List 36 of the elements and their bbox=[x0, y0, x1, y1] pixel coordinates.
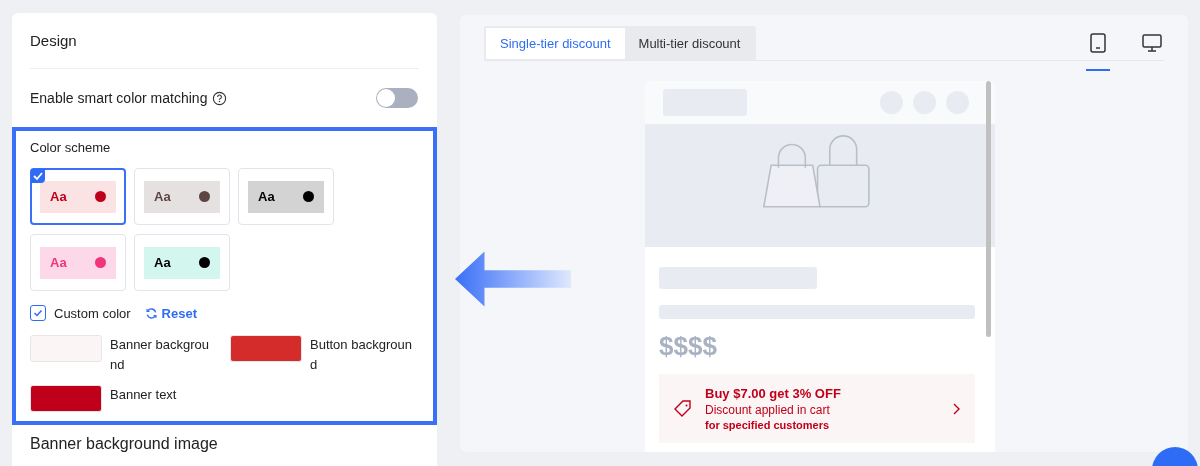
swatch-label: Button background bbox=[310, 336, 413, 374]
setting-label: Enable smart color matching bbox=[30, 90, 208, 106]
color-scheme-option[interactable]: Aa bbox=[134, 234, 230, 291]
tag-icon bbox=[673, 398, 693, 419]
discount-banner[interactable]: Buy $7.00 get 3% OFF Discount applied in cart for specified customers bbox=[659, 374, 975, 443]
refresh-icon bbox=[144, 306, 158, 320]
sample-text: Aa bbox=[50, 255, 67, 270]
checkbox-label: Custom color bbox=[54, 305, 131, 321]
check-icon bbox=[31, 169, 45, 183]
sample-text: Aa bbox=[258, 189, 275, 204]
offer-text: Discount applied in cart bbox=[705, 403, 831, 417]
price-text: $$$$ bbox=[659, 331, 718, 362]
color-scheme-option[interactable]: Aa bbox=[134, 168, 230, 225]
sample-text: Aa bbox=[154, 255, 171, 270]
scrollbar[interactable] bbox=[986, 81, 991, 337]
tab[interactable]: Multi-tier discount bbox=[624, 27, 755, 59]
color-swatch[interactable] bbox=[30, 385, 102, 412]
swatch-label: Banner text bbox=[110, 386, 178, 404]
sample-text: Aa bbox=[154, 189, 171, 204]
help-icon[interactable] bbox=[212, 90, 228, 106]
section-title: Banner background image bbox=[29, 434, 219, 454]
color-swatch[interactable] bbox=[30, 335, 102, 362]
color-scheme-option[interactable]: Aa bbox=[238, 168, 334, 225]
toggle-switch[interactable] bbox=[376, 88, 418, 108]
reset-link[interactable]: Reset bbox=[161, 305, 197, 321]
panel-title: Design bbox=[29, 31, 78, 51]
sample-text: Aa bbox=[50, 189, 67, 204]
offer-note: for specified customers bbox=[705, 419, 831, 431]
swatch-label: Banner background bbox=[110, 336, 210, 374]
offer-title: Buy $7.00 get 3% OFF bbox=[705, 386, 842, 401]
section-label: Color scheme bbox=[30, 140, 112, 155]
chevron-icon bbox=[951, 401, 961, 416]
tab[interactable]: Single-tier discount bbox=[486, 27, 625, 59]
checkbox[interactable] bbox=[30, 305, 46, 321]
color-scheme-option[interactable]: Aa bbox=[30, 168, 126, 225]
color-swatch[interactable] bbox=[230, 335, 302, 362]
